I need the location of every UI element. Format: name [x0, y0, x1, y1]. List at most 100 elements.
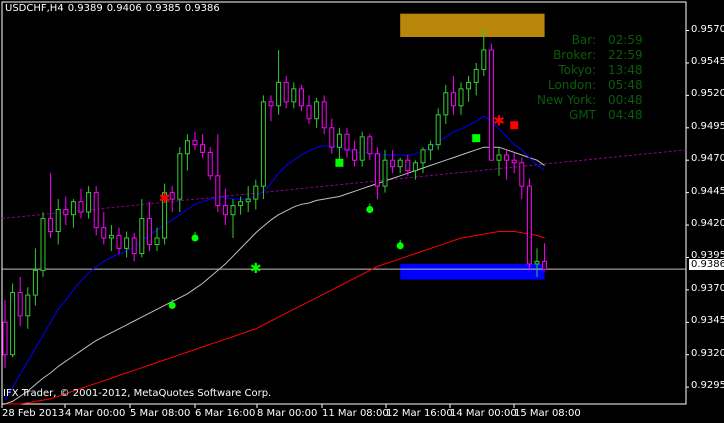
candle-bull	[55, 208, 61, 233]
signal-star-red: ✱	[159, 191, 171, 207]
candle-bull	[238, 201, 244, 207]
candle-bear	[93, 192, 99, 229]
candle-bear	[405, 159, 411, 172]
time-axis-label: 12 Mar 16:00	[386, 408, 453, 419]
info-label: Tokyo:	[558, 63, 596, 77]
candle-bull	[253, 185, 259, 200]
signal-square-red	[510, 121, 519, 130]
candle-bear	[131, 237, 137, 255]
candle-bear	[519, 162, 525, 187]
chart-window[interactable]: ✱ ✱ ✱ USDCHF,H4 0.9389 0.9406 0.9385 0.9386 Ba…	[0, 0, 724, 423]
candle-bear	[344, 133, 350, 151]
price-axis-label: 0.9520	[691, 88, 724, 100]
candle-bear	[17, 291, 23, 317]
candle-bear	[329, 127, 335, 148]
candle-bull	[32, 269, 38, 296]
time-axis-label: 6 Mar 16:00	[195, 408, 256, 419]
candle-bear	[2, 321, 8, 356]
candle-bull	[245, 198, 251, 203]
ma-blue-line	[4, 115, 545, 401]
candle-bear	[116, 234, 122, 249]
signal-dot-green	[366, 205, 374, 213]
candle-bull	[496, 154, 502, 161]
candle-bull	[534, 260, 540, 265]
candle-bull	[10, 291, 16, 356]
candle-bear	[101, 227, 107, 239]
candle-bull	[230, 205, 236, 216]
candle-bull	[40, 218, 46, 271]
price-axis-label: 0.9295	[691, 380, 724, 392]
signal-star-green: ✱	[250, 261, 262, 277]
candle-bear	[504, 154, 510, 161]
price-axis-label: 0.9495	[691, 120, 724, 132]
time-axis-label: 14 Mar 00:00	[450, 408, 517, 419]
candle-bear	[169, 192, 175, 200]
time-axis-label: 8 Mar 00:00	[257, 408, 318, 419]
info-label: New York:	[537, 93, 596, 107]
candle-bear	[222, 205, 228, 216]
signal-square-green	[335, 158, 344, 167]
demand-zone	[400, 263, 545, 280]
candle-bear	[526, 185, 532, 265]
candle-bull	[184, 140, 190, 155]
info-value: 00:48	[608, 93, 643, 107]
candle-bear	[48, 218, 54, 233]
candle-bull	[177, 153, 183, 200]
candle-bear	[200, 144, 206, 153]
symbol-timeframe: USDCHF,H4	[5, 3, 64, 14]
candle-bear	[374, 153, 380, 187]
info-label: Bar:	[571, 33, 596, 47]
info-label: GMT	[569, 108, 596, 122]
price-axis-label: 0.9370	[691, 282, 724, 294]
time-axis-label: 4 Mar 00:00	[65, 408, 126, 419]
candle-bull	[397, 159, 403, 168]
ohlc-close: 0.9386	[184, 3, 220, 14]
candle-bear	[78, 201, 84, 213]
chart-header: USDCHF,H4 0.9389 0.9406 0.9385 0.9386	[5, 3, 224, 14]
candle-bear	[352, 149, 358, 161]
candle-bull	[124, 237, 130, 249]
info-value: 04:48	[608, 108, 643, 122]
candle-bull	[336, 133, 342, 148]
price-axis-label: 0.9470	[691, 153, 724, 165]
candle-bear	[511, 159, 517, 164]
candle-bull	[108, 234, 114, 239]
candle-bear	[192, 140, 198, 146]
candle-bull	[139, 218, 145, 255]
info-value: 13:48	[608, 63, 643, 77]
candle-bear	[390, 159, 396, 168]
candle-bull	[86, 192, 92, 213]
ohlc-low: 0.9385	[145, 3, 181, 14]
info-value: 02:59	[608, 33, 643, 47]
signal-dot-green	[191, 234, 199, 242]
candle-bull	[412, 162, 418, 172]
candle-bull	[359, 136, 365, 161]
candle-bull	[382, 159, 388, 187]
signal-dot-green	[168, 301, 176, 309]
ohlc-high: 0.9406	[106, 3, 142, 14]
candle-bear	[207, 151, 213, 177]
candle-bear	[367, 136, 373, 155]
candle-bull	[428, 144, 434, 151]
info-label: Broker:	[553, 48, 596, 62]
price-axis-label: 0.9445	[691, 185, 724, 197]
candle-bull	[25, 294, 31, 317]
candle-bull	[70, 201, 76, 216]
ohlc-open: 0.9389	[67, 3, 103, 14]
time-axis-label: 15 Mar 08:00	[514, 408, 581, 419]
price-axis-label: 0.9545	[691, 55, 724, 67]
candle-bear	[63, 208, 69, 216]
time-axis-label: 5 Mar 08:00	[130, 408, 191, 419]
info-label: London:	[547, 78, 596, 92]
current-price-label: 0.9386	[689, 259, 724, 270]
info-value: 22:59	[608, 48, 643, 62]
price-axis-label: 0.9420	[691, 218, 724, 230]
copyright-text: IFX Trader, © 2001-2012, MetaQuotes Soft…	[3, 388, 272, 399]
time-axis-label: 28 Feb 2013	[2, 408, 65, 419]
signal-dot-green	[396, 242, 404, 250]
price-axis-label: 0.9570	[691, 23, 724, 35]
price-axis-label: 0.9320	[691, 347, 724, 359]
candle-bull	[420, 149, 426, 164]
candle-bear	[542, 260, 548, 270]
price-axis-label: 0.9345	[691, 315, 724, 327]
